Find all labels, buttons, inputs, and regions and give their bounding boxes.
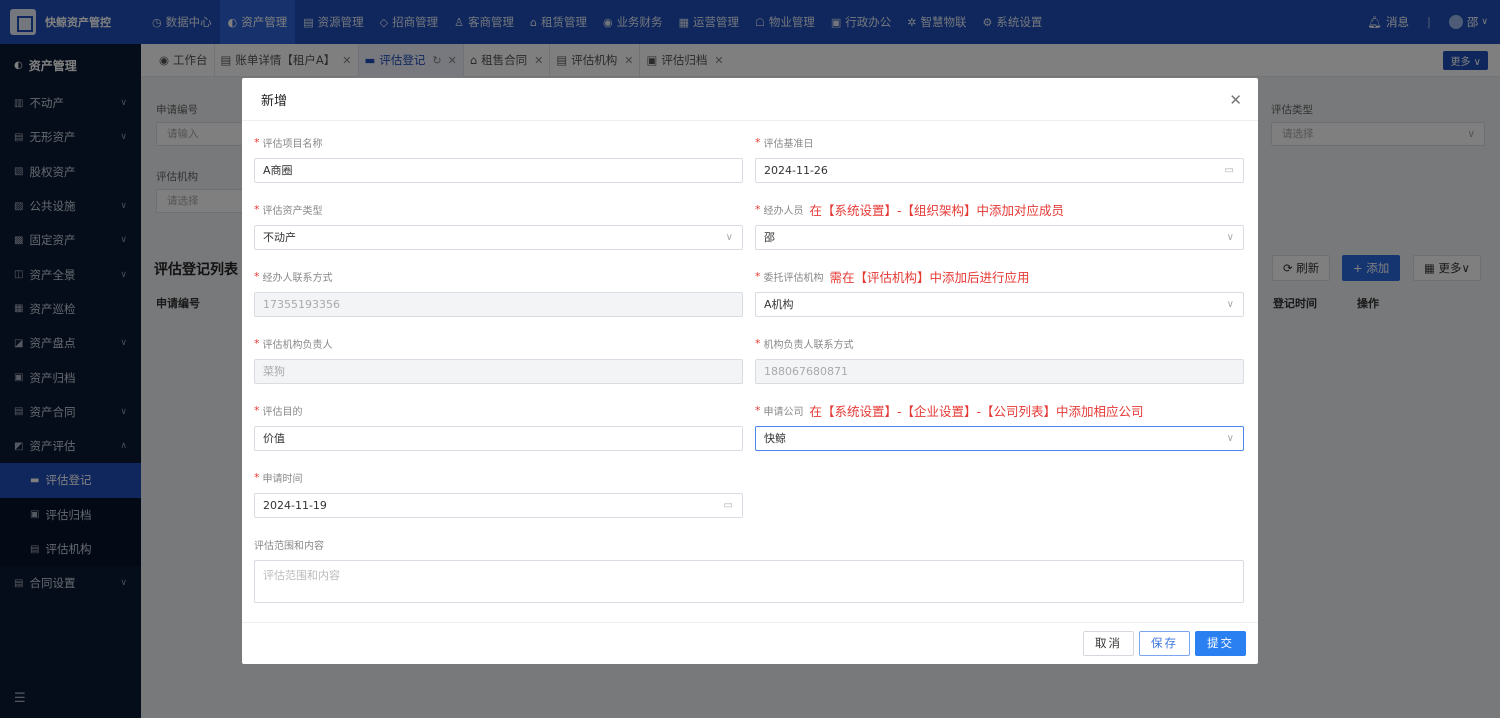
required-mark: * xyxy=(755,135,761,149)
label-text: 评估资产类型 xyxy=(262,205,323,217)
date-value: 2024-11-19 xyxy=(263,499,327,512)
field-label: 评估范围和内容 xyxy=(254,536,1244,552)
field-label: * 经办人员 在【系统设置】-【组织架构】中添加对应成员 xyxy=(755,201,1244,218)
close-icon[interactable]: ✕ xyxy=(1229,91,1242,109)
required-mark: * xyxy=(254,470,260,484)
field-company: * 申请公司 在【系统设置】-【企业设置】-【公司列表】中添加相应公司 快鲸 ∨ xyxy=(755,402,1244,451)
label-text: 经办人联系方式 xyxy=(262,272,333,284)
calendar-icon: ▭ xyxy=(723,500,733,511)
dialog-footer: 取消 保存 提交 xyxy=(242,622,1258,664)
base-date-picker[interactable]: 2024-11-26 ▭ xyxy=(755,158,1244,183)
label-text: 申请时间 xyxy=(262,473,303,485)
select-value: 快鲸 xyxy=(764,432,786,445)
label-text: 经办人员 xyxy=(763,205,804,217)
field-label: * 经办人联系方式 xyxy=(254,268,743,284)
calendar-icon: ▭ xyxy=(1224,165,1234,176)
agency-select[interactable]: A机构 ∨ xyxy=(755,292,1244,317)
chevron-down-icon: ∨ xyxy=(725,232,733,243)
label-text: 评估项目名称 xyxy=(262,138,323,150)
cancel-button[interactable]: 取消 xyxy=(1083,631,1134,656)
field-label: * 评估项目名称 xyxy=(254,134,743,150)
chevron-down-icon: ∨ xyxy=(1226,232,1234,243)
required-mark: * xyxy=(755,403,761,417)
select-value: A机构 xyxy=(764,298,794,311)
agency-hint: 需在【评估机构】中添加后进行应用 xyxy=(829,269,1030,285)
handler-phone-input: 17355193356 xyxy=(254,292,743,317)
required-mark: * xyxy=(755,336,761,350)
company-select[interactable]: 快鲸 ∨ xyxy=(755,426,1244,451)
agency-head-phone-input: 188067680871 xyxy=(755,359,1244,384)
label-text: 评估范围和内容 xyxy=(254,540,324,552)
field-label: * 评估基准日 xyxy=(755,134,1244,150)
label-text: 评估机构负责人 xyxy=(262,339,333,351)
field-label: * 机构负责人联系方式 xyxy=(755,335,1244,351)
field-label: * 评估机构负责人 xyxy=(254,335,743,351)
company-hint: 在【系统设置】-【企业设置】-【公司列表】中添加相应公司 xyxy=(809,403,1144,419)
chevron-down-icon: ∨ xyxy=(1226,299,1234,310)
required-mark: * xyxy=(254,336,260,350)
label-text: 机构负责人联系方式 xyxy=(763,339,854,351)
field-label: * 评估资产类型 xyxy=(254,201,743,217)
select-value: 不动产 xyxy=(263,231,296,244)
required-mark: * xyxy=(254,135,260,149)
field-label: * 申请时间 xyxy=(254,469,743,485)
add-dialog: 新增 ✕ * 评估项目名称 A商圈 * 评估基准日 2024-11-26 ▭ * 评估资… xyxy=(242,78,1258,664)
apply-time-picker[interactable]: 2024-11-19 ▭ xyxy=(254,493,743,518)
date-value: 2024-11-26 xyxy=(764,164,828,177)
agency-head-input: 菜狗 xyxy=(254,359,743,384)
field-label: * 委托评估机构 需在【评估机构】中添加后进行应用 xyxy=(755,268,1244,285)
field-handler: * 经办人员 在【系统设置】-【组织架构】中添加对应成员 邵 ∨ xyxy=(755,201,1244,250)
handler-hint: 在【系统设置】-【组织架构】中添加对应成员 xyxy=(809,202,1065,218)
field-apply-time: * 申请时间 2024-11-19 ▭ xyxy=(254,469,743,518)
field-agency: * 委托评估机构 需在【评估机构】中添加后进行应用 A机构 ∨ xyxy=(755,268,1244,317)
save-button[interactable]: 保存 xyxy=(1139,631,1190,656)
dialog-header: 新增 xyxy=(242,78,1258,121)
dialog-title: 新增 xyxy=(261,93,288,109)
field-purpose: * 评估目的 价值 xyxy=(254,402,743,451)
field-agency-head: * 评估机构负责人 菜狗 xyxy=(254,335,743,384)
select-value: 邵 xyxy=(764,231,775,244)
chevron-down-icon: ∨ xyxy=(1226,433,1234,444)
field-agency-head-phone: * 机构负责人联系方式 188067680871 xyxy=(755,335,1244,384)
field-scope: 评估范围和内容 评估范围和内容 xyxy=(254,536,1244,603)
label-text: 委托评估机构 xyxy=(763,272,824,284)
field-label: * 评估目的 xyxy=(254,402,743,418)
field-project-name: * 评估项目名称 A商圈 xyxy=(254,134,743,183)
field-base-date: * 评估基准日 2024-11-26 ▭ xyxy=(755,134,1244,183)
label-text: 评估目的 xyxy=(262,406,303,418)
required-mark: * xyxy=(254,403,260,417)
submit-button[interactable]: 提交 xyxy=(1195,631,1246,656)
required-mark: * xyxy=(254,202,260,216)
required-mark: * xyxy=(254,269,260,283)
handler-select[interactable]: 邵 ∨ xyxy=(755,225,1244,250)
field-asset-type: * 评估资产类型 不动产 ∨ xyxy=(254,201,743,250)
purpose-input[interactable]: 价值 xyxy=(254,426,743,451)
field-label: * 申请公司 在【系统设置】-【企业设置】-【公司列表】中添加相应公司 xyxy=(755,402,1244,419)
label-text: 评估基准日 xyxy=(763,138,814,150)
required-mark: * xyxy=(755,202,761,216)
label-text: 申请公司 xyxy=(763,406,804,418)
required-mark: * xyxy=(755,269,761,283)
scope-textarea[interactable]: 评估范围和内容 xyxy=(254,560,1244,603)
dialog-form: * 评估项目名称 A商圈 * 评估基准日 2024-11-26 ▭ * 评估资产类型 不… xyxy=(254,130,1244,606)
asset-type-select[interactable]: 不动产 ∨ xyxy=(254,225,743,250)
field-handler-phone: * 经办人联系方式 17355193356 xyxy=(254,268,743,317)
project-name-input[interactable]: A商圈 xyxy=(254,158,743,183)
